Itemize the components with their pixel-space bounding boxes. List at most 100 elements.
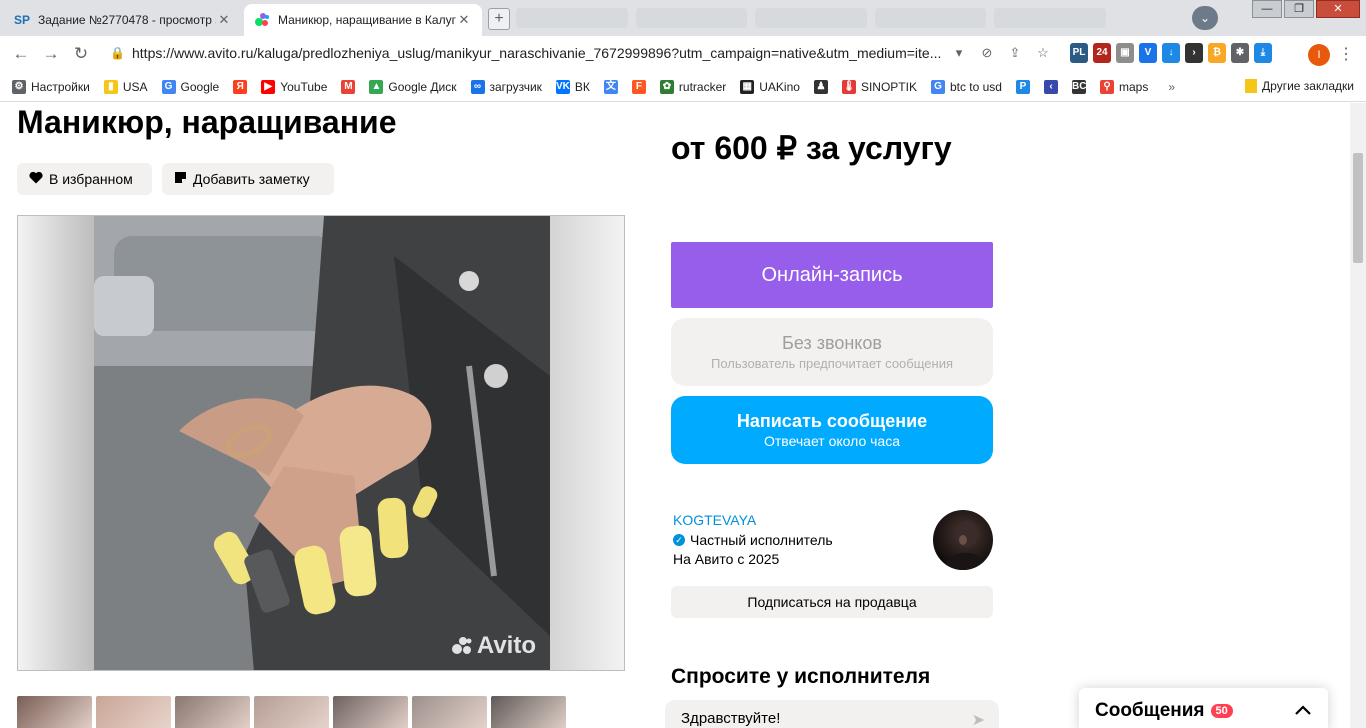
extension-download-icon[interactable]: ↓ — [1162, 43, 1180, 63]
subscribe-seller-button[interactable]: Подписаться на продавца — [671, 586, 993, 618]
close-tab-icon[interactable]: ✕ — [456, 12, 472, 28]
bookmark-item[interactable]: 文 — [603, 79, 618, 94]
background-tab[interactable] — [874, 8, 987, 28]
avito-favicon-icon — [254, 12, 270, 28]
url-field[interactable]: https://www.avito.ru/kaluga/predlozheniy… — [132, 45, 942, 61]
other-bookmarks[interactable]: Другие закладки — [1245, 79, 1354, 93]
seller-avatar[interactable] — [933, 510, 993, 570]
no-calls-button[interactable]: Без звонков Пользователь предпочитает со… — [671, 318, 993, 386]
p-icon: P — [1015, 79, 1030, 94]
seller-type: ✓ Частный исполнитель — [673, 532, 833, 548]
gallery-thumbnail[interactable] — [175, 696, 250, 728]
no-calls-title: Без звонков — [782, 333, 882, 353]
tab-search-icon[interactable]: ⌄ — [1192, 6, 1218, 30]
gallery-thumbnail[interactable] — [412, 696, 487, 728]
bookmark-item[interactable]: VK ВК — [555, 79, 590, 94]
bookmark-item[interactable]: Я — [233, 79, 248, 94]
send-icon[interactable]: ➤ — [972, 710, 985, 728]
downloads-icon[interactable]: ⤓ — [1254, 43, 1272, 63]
online-booking-button[interactable]: Онлайн-запись — [671, 242, 993, 308]
background-tab[interactable] — [635, 8, 748, 28]
seller-name-link[interactable]: KOGTEVAYA — [673, 512, 756, 528]
youtube-icon: ▶ — [261, 79, 276, 94]
bookmark-item[interactable]: M — [341, 79, 356, 94]
bookmark-label: YouTube — [280, 79, 328, 94]
write-message-button[interactable]: Написать сообщение Отвечает около часа — [671, 396, 993, 464]
main-photo[interactable]: Avito — [94, 216, 550, 670]
extension-v-icon[interactable]: V — [1139, 43, 1157, 63]
back-icon[interactable]: ← — [10, 44, 32, 64]
tab-zadanie[interactable]: SP Задание №2770478 - просмотр з ✕ — [4, 4, 242, 36]
other-bookmarks-label: Другие закладки — [1262, 79, 1354, 93]
bookmark-item[interactable]: ▲ Google Диск — [369, 79, 457, 94]
gallery-thumbnail[interactable] — [333, 696, 408, 728]
address-bar: ← → ↻ 🔒 https://www.avito.ru/kaluga/pred… — [0, 36, 1366, 72]
maximize-button[interactable]: ❐ — [1284, 0, 1314, 18]
extension-briefcase-icon[interactable]: ▣ — [1116, 43, 1134, 63]
bookmark-item[interactable]: ▦ UAKino — [740, 79, 800, 94]
star-icon[interactable]: ☆ — [1034, 44, 1052, 62]
extensions-puzzle-icon[interactable]: ✱ — [1231, 43, 1249, 63]
page-scrollbar[interactable] — [1350, 103, 1366, 728]
gallery-thumbnail[interactable] — [491, 696, 566, 728]
bookmark-item[interactable]: G Google — [161, 79, 219, 94]
background-tabs — [516, 8, 1106, 30]
bookmark-item[interactable]: BC — [1071, 79, 1086, 94]
forward-icon[interactable]: → — [40, 44, 62, 64]
bookmark-item[interactable]: P — [1015, 79, 1030, 94]
bookmark-item[interactable]: ✿ rutracker — [659, 79, 726, 94]
background-tab[interactable] — [516, 8, 628, 28]
scrollbar-thumb[interactable] — [1353, 153, 1363, 263]
bookmark-item[interactable]: ▶ YouTube — [261, 79, 328, 94]
close-tab-icon[interactable]: ✕ — [216, 12, 232, 28]
close-window-button[interactable]: ✕ — [1316, 0, 1360, 18]
reload-icon[interactable]: ↻ — [70, 44, 92, 64]
thumbnail-strip — [17, 696, 566, 728]
ask-message-input[interactable]: Здравствуйте! ➤ — [665, 700, 999, 728]
bookmark-item[interactable]: ▮ USA — [103, 79, 148, 94]
ask-seller-title: Спросите у исполнителя — [671, 665, 931, 688]
bookmark-item[interactable]: ‹ — [1043, 79, 1058, 94]
photo-gallery[interactable]: Avito — [17, 215, 625, 671]
background-tab[interactable] — [994, 8, 1106, 28]
blocked-icon[interactable]: ⊘ — [978, 44, 996, 62]
profile-avatar[interactable]: I — [1308, 44, 1330, 66]
bookmark-item[interactable]: F — [631, 79, 646, 94]
extension-24-icon[interactable]: 24 — [1093, 43, 1111, 63]
dropdown-icon[interactable]: ▾ — [950, 44, 968, 62]
bookmark-item[interactable]: ⚲ maps — [1099, 79, 1148, 94]
bookmark-item[interactable]: ∞ загрузчик — [470, 79, 542, 94]
folder-icon: ▮ — [103, 79, 118, 94]
bookmark-label: SINOPTIK — [860, 79, 917, 94]
extension-bitcoin-icon[interactable]: ₿ — [1208, 43, 1226, 63]
gallery-thumbnail[interactable] — [17, 696, 92, 728]
bookmark-label: Google Диск — [388, 79, 457, 94]
favorite-button[interactable]: В избранном — [17, 163, 152, 195]
lock-icon[interactable]: 🔒 — [110, 46, 125, 60]
bookmark-item[interactable]: 🌡 SINOPTIK — [841, 79, 917, 94]
bookmark-item[interactable]: Gbtc to usd — [930, 79, 1002, 94]
new-tab-button[interactable]: + — [488, 8, 510, 30]
folder-icon — [1245, 79, 1258, 93]
messages-widget[interactable]: Сообщения 50 — [1079, 688, 1328, 728]
bookmark-item[interactable]: ♟ — [813, 79, 828, 94]
rutracker-icon: ✿ — [659, 79, 674, 94]
bookmarks-more-button[interactable]: » — [1168, 80, 1175, 94]
extension-pl-icon[interactable]: PL — [1070, 43, 1088, 63]
bookmark-item[interactable]: ⚙ Настройки — [12, 79, 90, 94]
chevron-up-icon[interactable] — [1294, 700, 1312, 721]
watermark-text: Avito — [476, 632, 536, 659]
background-tab[interactable] — [755, 8, 867, 28]
heart-icon — [29, 171, 43, 187]
minimize-button[interactable]: — — [1252, 0, 1282, 18]
extension-arrow-icon[interactable]: › — [1185, 43, 1203, 63]
gallery-thumbnail[interactable] — [254, 696, 329, 728]
share-icon[interactable]: ⇪ — [1006, 44, 1024, 62]
online-booking-label: Онлайн-запись — [761, 263, 903, 286]
add-note-button[interactable]: Добавить заметку — [162, 163, 334, 195]
bookmark-label: UAKino — [759, 79, 800, 94]
tab-avito[interactable]: Маникюр, наращивание в Калуге ✕ — [244, 4, 482, 36]
menu-icon[interactable]: ⋮ — [1338, 44, 1354, 64]
infinity-icon: ∞ — [470, 79, 485, 94]
gallery-thumbnail[interactable] — [96, 696, 171, 728]
